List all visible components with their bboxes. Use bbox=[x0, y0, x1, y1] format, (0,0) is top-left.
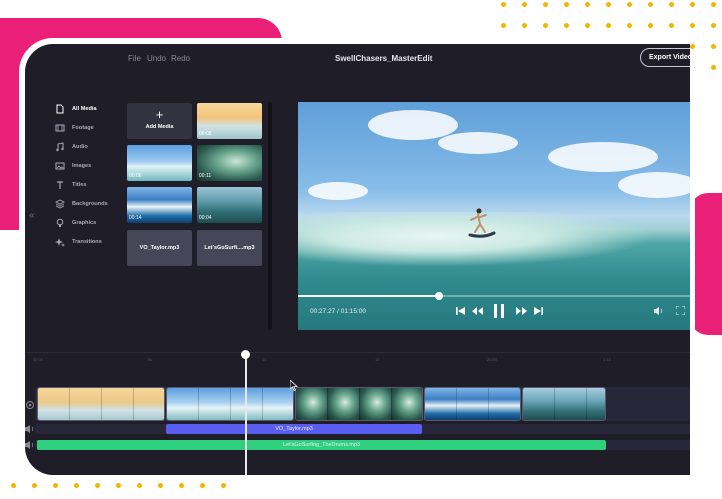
video-preview[interactable]: 00:27.27 / 01:15:00 bbox=[298, 102, 690, 330]
sidebar-item-label: Titles bbox=[72, 182, 87, 188]
lightbulb-icon bbox=[56, 218, 64, 227]
clip-duration: 00:14 bbox=[129, 215, 142, 221]
sidebar-item-backgrounds[interactable]: Backgrounds bbox=[55, 197, 108, 211]
sidebar-item-label: Backgrounds bbox=[72, 201, 108, 207]
timeline-clip-beach-sunset[interactable] bbox=[37, 387, 165, 421]
film-icon bbox=[55, 124, 65, 132]
skip-back-icon[interactable] bbox=[456, 306, 465, 316]
ruler-tick: 20/30 bbox=[487, 357, 498, 362]
timeline-ruler[interactable]: 00:00 5s 10 15 20/30 1:15 bbox=[25, 352, 690, 367]
sidebar-item-label: Transitions bbox=[72, 239, 102, 245]
music-note-icon bbox=[56, 142, 64, 152]
media-clip-thumbnail[interactable]: 00:06 bbox=[127, 145, 192, 181]
volume-icon[interactable] bbox=[654, 306, 664, 316]
audio-file-tile[interactable]: VO_Taylor.mp3 bbox=[127, 230, 192, 266]
sidebar-item-graphics[interactable]: Graphics bbox=[55, 216, 96, 230]
media-clip-thumbnail[interactable]: 00:14 bbox=[127, 187, 192, 223]
image-icon bbox=[55, 162, 65, 170]
music-clip[interactable]: Let'sGoSurfing_TheDrums.mp3 bbox=[37, 440, 606, 450]
voice-clip-label: VO_Taylor.mp3 bbox=[275, 425, 313, 432]
ruler-tick: 5s bbox=[148, 357, 153, 362]
fast-forward-icon[interactable] bbox=[516, 306, 527, 316]
media-clip-thumbnail[interactable]: 00:04 bbox=[197, 187, 262, 223]
sidebar-item-transitions[interactable]: Transitions bbox=[55, 235, 102, 249]
sidebar-item-label: Images bbox=[72, 163, 92, 169]
cloud bbox=[618, 172, 690, 198]
clip-duration: 00:08 bbox=[199, 131, 212, 137]
video-track-icon[interactable] bbox=[25, 400, 35, 410]
rewind-icon[interactable] bbox=[472, 306, 483, 316]
skip-forward-icon[interactable] bbox=[534, 306, 543, 316]
clip-duration: 00:04 bbox=[199, 215, 212, 221]
timeline-clip-surfer-sky[interactable] bbox=[166, 387, 294, 421]
ruler-tick: 00:00 bbox=[33, 357, 44, 362]
ruler-tick: 1:15 bbox=[603, 357, 611, 362]
ruler-tick: 10 bbox=[262, 357, 267, 362]
clip-duration: 00:11 bbox=[199, 173, 212, 179]
media-clip-thumbnail[interactable]: 00:11 bbox=[197, 145, 262, 181]
file-menu[interactable]: File bbox=[128, 54, 141, 63]
cloud bbox=[548, 142, 658, 172]
redo-button[interactable]: Redo bbox=[171, 54, 190, 63]
project-title: SwellChasers_MasterEdit bbox=[335, 54, 433, 63]
playhead-handle[interactable] bbox=[241, 350, 250, 359]
sidebar-item-audio[interactable]: Audio bbox=[55, 140, 88, 154]
sidebar-item-label: Footage bbox=[72, 125, 94, 131]
timeline-clip-teal-sea[interactable] bbox=[522, 387, 606, 421]
add-media-label: Add Media bbox=[145, 124, 174, 130]
fullscreen-icon[interactable] bbox=[676, 306, 685, 315]
voice-track-volume-icon[interactable] bbox=[25, 424, 35, 434]
plus-icon: + bbox=[155, 107, 164, 122]
surfer bbox=[468, 208, 496, 238]
sidebar-item-footage[interactable]: Footage bbox=[55, 121, 94, 135]
music-clip-label: Let'sGoSurfing_TheDrums.mp3 bbox=[282, 441, 361, 448]
timeline-clip-blue-wave[interactable] bbox=[424, 387, 521, 421]
text-icon bbox=[57, 181, 63, 189]
sidebar-item-label: All Media bbox=[72, 106, 97, 112]
video-editor-app: File Undo Redo SwellChasers_MasterEdit E… bbox=[25, 44, 690, 475]
timeline-clip-barrel-wave[interactable] bbox=[295, 387, 423, 421]
audio-file-name: VO_Taylor.mp3 bbox=[139, 245, 180, 251]
media-clip-thumbnail[interactable]: 00:08 bbox=[197, 103, 262, 139]
sidebar-item-all-media[interactable]: All Media bbox=[55, 102, 97, 116]
export-video-button[interactable]: Export Video bbox=[640, 48, 690, 67]
seek-handle[interactable] bbox=[435, 292, 443, 300]
playhead-line bbox=[245, 354, 247, 475]
file-icon bbox=[56, 104, 64, 114]
audio-file-name: Let'sGoSurfi....mp3 bbox=[204, 245, 255, 251]
mouse-cursor-icon bbox=[290, 380, 298, 391]
voice-over-clip[interactable]: VO_Taylor.mp3 bbox=[166, 424, 422, 434]
sparkle-icon bbox=[55, 238, 65, 247]
pause-icon[interactable] bbox=[494, 304, 504, 318]
undo-button[interactable]: Undo bbox=[147, 54, 166, 63]
media-scrollbar[interactable] bbox=[268, 102, 272, 330]
sidebar-item-label: Graphics bbox=[72, 220, 97, 226]
player-timecode: 00:27.27 / 01:15:00 bbox=[310, 308, 367, 315]
cloud bbox=[308, 182, 368, 200]
cloud bbox=[368, 110, 458, 140]
add-media-button[interactable]: + Add Media bbox=[127, 103, 192, 139]
cloud bbox=[438, 132, 518, 154]
sidebar-item-images[interactable]: Images bbox=[55, 159, 91, 173]
menu-bar: File Undo Redo SwellChasers_MasterEdit E… bbox=[25, 44, 690, 72]
audio-file-tile[interactable]: Let'sGoSurfi....mp3 bbox=[197, 230, 262, 266]
sidebar-item-label: Audio bbox=[72, 144, 88, 150]
music-track-volume-icon[interactable] bbox=[25, 440, 35, 450]
collapse-sidebar-icon[interactable]: « bbox=[29, 210, 35, 221]
seek-progress bbox=[298, 295, 439, 297]
sidebar-item-titles[interactable]: Titles bbox=[55, 178, 87, 192]
ruler-tick: 15 bbox=[375, 357, 380, 362]
layers-icon bbox=[55, 199, 65, 209]
clip-duration: 00:06 bbox=[129, 173, 142, 179]
